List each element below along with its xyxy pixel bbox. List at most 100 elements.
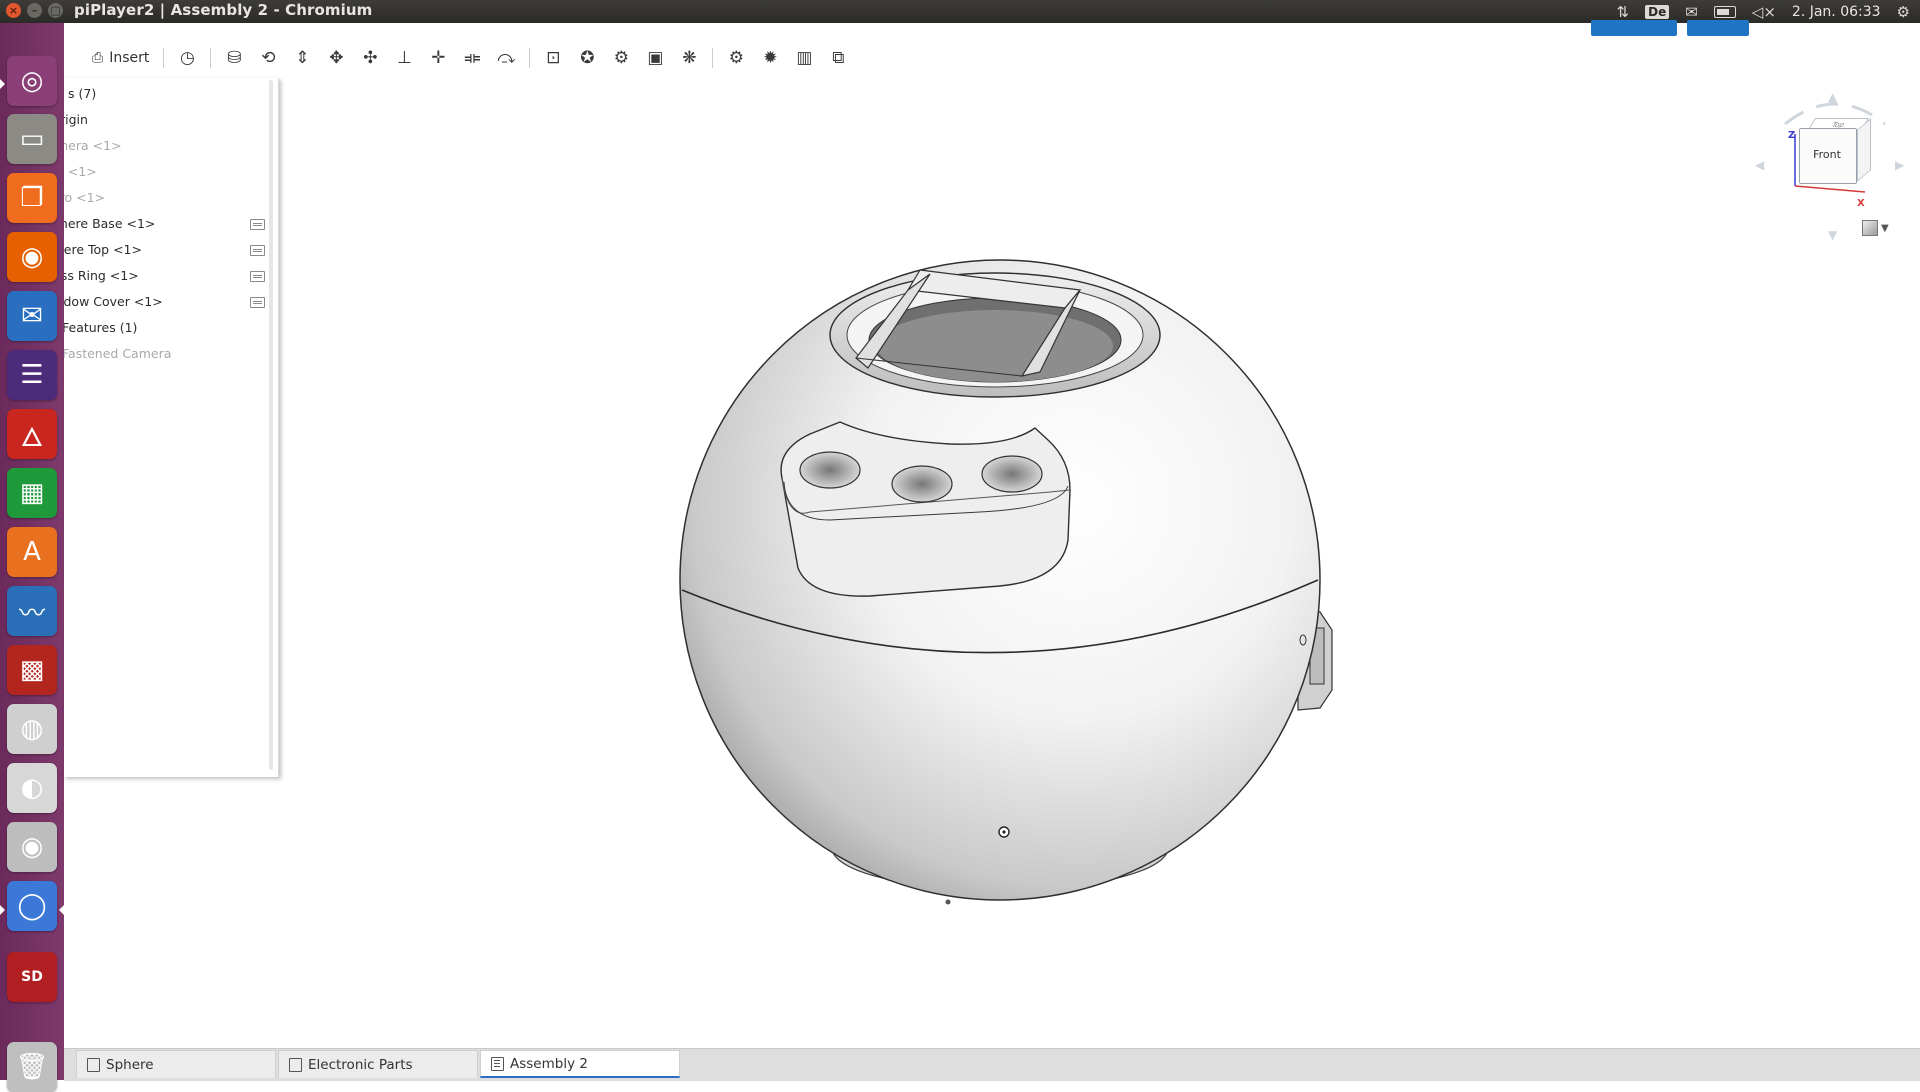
firefox-glyph: ◉: [20, 242, 44, 272]
eclipse-icon[interactable]: ☰: [7, 350, 57, 400]
mate-connector-icon[interactable]: [250, 297, 265, 308]
relation-icon[interactable]: ⚙: [607, 44, 635, 72]
rotate-left-arrow-icon[interactable]: ◀: [1755, 158, 1764, 172]
devede-icon[interactable]: ◍: [7, 704, 57, 754]
volume-muted-icon[interactable]: ◁×: [1752, 3, 1776, 21]
feature-tree-row-label: mera <1>: [64, 138, 122, 153]
parallel-mate-icon[interactable]: ⟚: [458, 44, 486, 72]
gear-relation-icon[interactable]: ⚙: [722, 44, 750, 72]
ball-mate-icon[interactable]: ✛: [424, 44, 452, 72]
trash-glyph: 🗑: [15, 1052, 49, 1082]
x-axis-label: X: [1857, 198, 1865, 209]
screw-relation-icon[interactable]: ▥: [790, 44, 818, 72]
sphere-top-handle[interactable]: [780, 421, 1071, 597]
settings-gear-icon[interactable]: ⚙: [1897, 3, 1910, 21]
qr-app-glyph: ▩: [19, 655, 45, 685]
pin-slot-mate-icon[interactable]: ✣: [356, 44, 384, 72]
app-store-button[interactable]: [1591, 20, 1677, 36]
files-icon[interactable]: ▭: [7, 114, 57, 164]
revolute-mate-icon[interactable]: ⟲: [254, 44, 282, 72]
thunderbird-icon[interactable]: ✉: [7, 291, 57, 341]
mate-connector-icon[interactable]: [250, 271, 265, 282]
sd-card-icon[interactable]: SD: [7, 952, 57, 1002]
feature-tree-row-label: Glass Ring <1>: [64, 268, 139, 283]
clock[interactable]: 2. Jan. 06:33: [1792, 4, 1881, 20]
cylindrical-mate-icon[interactable]: ✥: [322, 44, 350, 72]
keyboard-layout-indicator[interactable]: De: [1645, 4, 1670, 19]
chromium-glyph: ◯: [17, 891, 47, 921]
disc-burner-glyph: ◐: [20, 773, 44, 803]
battery-icon[interactable]: [1713, 5, 1736, 18]
toolbar-separator: [529, 48, 531, 68]
firefox-icon[interactable]: ◉: [7, 232, 57, 282]
webcam-icon[interactable]: ◉: [7, 822, 57, 872]
slider-mate-icon[interactable]: ⇕: [288, 44, 316, 72]
planar-mate-icon[interactable]: ⊥: [390, 44, 418, 72]
software-center-icon[interactable]: A: [7, 527, 57, 577]
feature-tree-row[interactable]: Fastened Camera: [64, 344, 171, 364]
window-controls: × – □: [6, 3, 63, 18]
feature-tree-row[interactable]: Sphere Top <1>: [64, 240, 142, 260]
disc-burner-icon[interactable]: ◐: [7, 763, 57, 813]
shaded-view-icon: [1862, 220, 1878, 236]
ubuntu-dash-icon[interactable]: ◎: [7, 56, 57, 106]
part-studio-icon: [87, 1057, 100, 1072]
base-point: [945, 899, 951, 905]
tab-sphere[interactable]: Sphere: [76, 1050, 276, 1078]
rotate-down-arrow-icon[interactable]: ▼: [1828, 228, 1837, 242]
feature-tree-row[interactable]: Features (1): [64, 318, 137, 338]
window-title: piPlayer2 | Assembly 2 - Chromium: [74, 1, 373, 19]
linear-relation-icon[interactable]: ⧉: [824, 44, 852, 72]
group-icon[interactable]: ✪: [573, 44, 601, 72]
trash-icon[interactable]: 🗑: [7, 1042, 57, 1092]
fastened-mate-icon[interactable]: ⛁: [220, 44, 248, 72]
feature-tree-row[interactable]: ero <1>: [64, 188, 105, 208]
sd-card-glyph: SD: [21, 969, 43, 985]
thunderbird-glyph: ✉: [21, 301, 43, 331]
transfer-arrows-icon[interactable]: ⇅: [1617, 3, 1630, 21]
multitasking-glyph: ❐: [20, 183, 44, 213]
mate-connector-icon[interactable]: ⊡: [539, 44, 567, 72]
model-viewport[interactable]: [670, 250, 1350, 910]
devede-glyph: ◍: [20, 714, 44, 744]
feature-tree-row-label: Sphere Top <1>: [64, 242, 142, 257]
mate-connector-icon[interactable]: [250, 245, 265, 256]
rotate-right-arrow-icon[interactable]: ▶: [1895, 158, 1904, 172]
tab-label: Assembly 2: [510, 1055, 588, 1072]
feature-tree-row-label: Fastened Camera: [64, 346, 172, 361]
share-button[interactable]: [1687, 20, 1749, 36]
multitasking-icon[interactable]: ❐: [7, 173, 57, 223]
replicate-icon[interactable]: ▣: [641, 44, 669, 72]
feature-tree-row[interactable]: mera <1>: [64, 136, 122, 156]
feature-tree-row[interactable]: Window Cover <1>: [64, 292, 163, 312]
lightning-icon[interactable]: 🜂: [7, 409, 57, 459]
pattern-icon[interactable]: ❋: [675, 44, 703, 72]
feature-tree-row-label: ero <1>: [64, 190, 106, 205]
feature-tree-row[interactable]: s (7): [64, 84, 96, 104]
feature-tree-row[interactable]: phere Base <1>: [64, 214, 155, 234]
libreoffice-calc-icon[interactable]: ▦: [7, 468, 57, 518]
maximize-window-button[interactable]: □: [48, 3, 63, 18]
feature-tree-row[interactable]: Glass Ring <1>: [64, 266, 139, 286]
mate-connector-icon[interactable]: [250, 219, 265, 230]
feature-tree-row[interactable]: rigin: [64, 110, 88, 130]
insert-button[interactable]: ⎙ Insert: [84, 45, 157, 71]
feature-tree-row-label: phere Base <1>: [64, 216, 156, 231]
minimize-window-button[interactable]: –: [27, 3, 42, 18]
tab-electronic-parts[interactable]: Electronic Parts: [278, 1050, 478, 1078]
mail-icon[interactable]: ✉: [1685, 3, 1698, 21]
chromium-icon[interactable]: ◯: [7, 881, 57, 931]
feature-tree-row[interactable]: ub <1>: [64, 162, 97, 182]
feature-list-panel: s (7) rigin mera <1> ub <1> ero <1> phere Bas…: [64, 78, 279, 777]
close-window-button[interactable]: ×: [6, 3, 21, 18]
qr-app-icon[interactable]: ▩: [7, 645, 57, 695]
launcher-running-indicator: [0, 79, 5, 89]
eclipse-glyph: ☰: [20, 360, 44, 390]
history-icon[interactable]: ◷: [173, 44, 201, 72]
system-monitor-icon[interactable]: 〰: [7, 586, 57, 636]
view-mode-dropdown[interactable]: ▼: [1862, 220, 1889, 236]
tab-assembly-2[interactable]: Assembly 2: [480, 1050, 680, 1078]
rack-pinion-icon[interactable]: ✹: [756, 44, 784, 72]
tangent-mate-icon[interactable]: ⤼: [492, 44, 520, 72]
panel-scrollbar[interactable]: [269, 80, 273, 770]
